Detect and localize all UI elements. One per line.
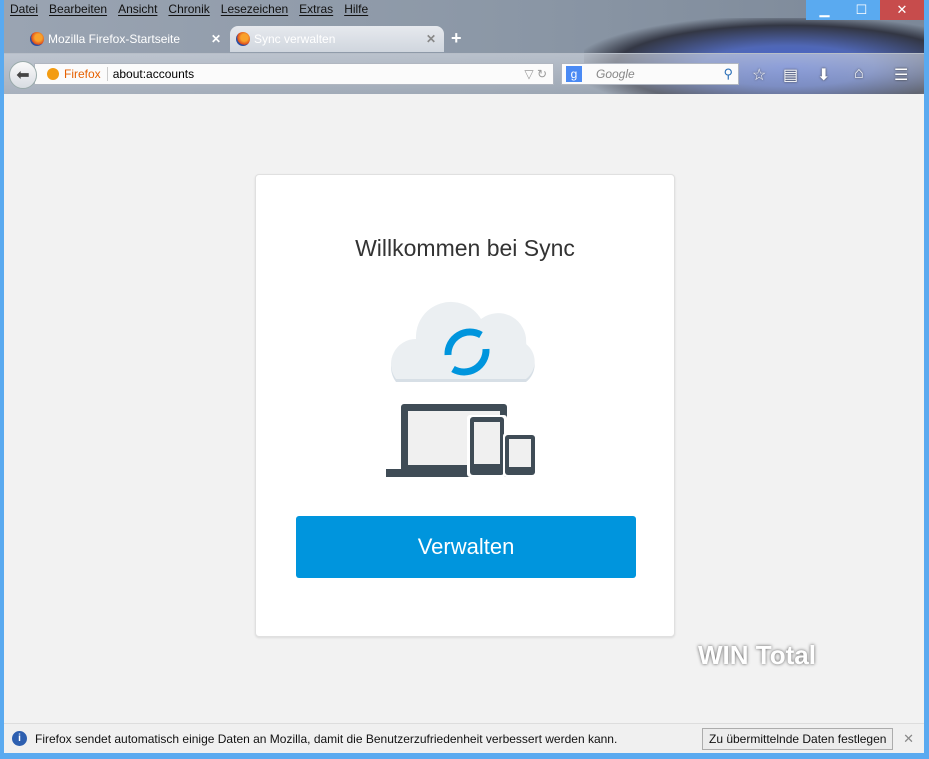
menu-extras[interactable]: Extras [299, 2, 333, 16]
google-icon[interactable]: g [566, 66, 582, 82]
sync-devices-illustration [386, 301, 537, 477]
back-button[interactable]: ⬅ [9, 61, 37, 89]
info-icon: i [12, 731, 27, 746]
menu-bar: Datei Bearbeiten Ansicht Chronik Lesezei… [10, 2, 368, 16]
close-tab-icon[interactable]: ✕ [211, 32, 221, 46]
firefox-icon [30, 32, 44, 46]
hamburger-menu-icon[interactable]: ☰ [894, 65, 908, 85]
tab-firefox-startseite[interactable]: Mozilla Firefox-Startseite ✕ [24, 26, 229, 52]
url-text[interactable]: about:accounts [108, 67, 194, 81]
firefox-icon [47, 68, 59, 80]
identity-box[interactable]: Firefox [35, 67, 108, 81]
menu-lesezeichen[interactable]: Lesezeichen [221, 2, 288, 16]
devices-icon [386, 404, 537, 477]
close-notification-icon[interactable]: ✕ [903, 731, 914, 747]
menu-chronik[interactable]: Chronik [168, 2, 209, 16]
browser-chrome: Datei Bearbeiten Ansicht Chronik Lesezei… [4, 0, 924, 94]
wintotal-watermark-logo: WIN Total [698, 640, 816, 670]
menu-bearbeiten[interactable]: Bearbeiten [49, 2, 107, 16]
nav-bar: Firefox about:accounts ▽ ↻ ⬅ g Google ⚲ … [4, 53, 924, 94]
download-icon[interactable]: ⬇ [817, 65, 830, 85]
firefox-icon [236, 32, 250, 46]
manage-button[interactable]: Verwalten [296, 516, 636, 578]
identity-label: Firefox [64, 67, 101, 81]
tab-sync-verwalten[interactable]: Sync verwalten ✕ [230, 26, 444, 52]
page-content: Willkommen bei Sync Verwalten [4, 94, 924, 723]
dropdown-reload-icons[interactable]: ▽ ↻ [524, 67, 547, 81]
window-controls: ▁ ☐ ✕ [806, 0, 924, 20]
bookmark-star-icon[interactable]: ☆ [752, 65, 766, 85]
search-icon[interactable]: ⚲ [723, 66, 733, 82]
choose-data-button[interactable]: Zu übermittelnde Daten festlegen [702, 728, 894, 750]
maximize-button[interactable]: ☐ [843, 0, 880, 20]
search-bar[interactable]: g Google ⚲ [561, 63, 739, 85]
menu-hilfe[interactable]: Hilfe [344, 2, 368, 16]
notification-bar: i Firefox sendet automatisch einige Date… [4, 723, 924, 753]
menu-datei[interactable]: Datei [10, 2, 38, 16]
tab-label: Sync verwalten [254, 32, 336, 46]
sync-card: Willkommen bei Sync Verwalten [255, 174, 675, 637]
search-input[interactable]: Google [596, 67, 635, 81]
page-title: Willkommen bei Sync [355, 235, 575, 261]
home-icon[interactable]: ⌂ [854, 65, 864, 83]
tab-label: Mozilla Firefox-Startseite [48, 32, 181, 46]
menu-ansicht[interactable]: Ansicht [118, 2, 157, 16]
minimize-button[interactable]: ▁ [806, 0, 843, 20]
close-window-button[interactable]: ✕ [880, 0, 924, 20]
bookmarks-menu-icon[interactable]: ▤ [783, 65, 798, 85]
url-bar[interactable]: Firefox about:accounts ▽ ↻ [34, 63, 554, 85]
close-tab-icon[interactable]: ✕ [426, 32, 436, 46]
notification-message: Firefox sendet automatisch einige Daten … [35, 731, 618, 746]
new-tab-button[interactable]: + [451, 28, 462, 49]
